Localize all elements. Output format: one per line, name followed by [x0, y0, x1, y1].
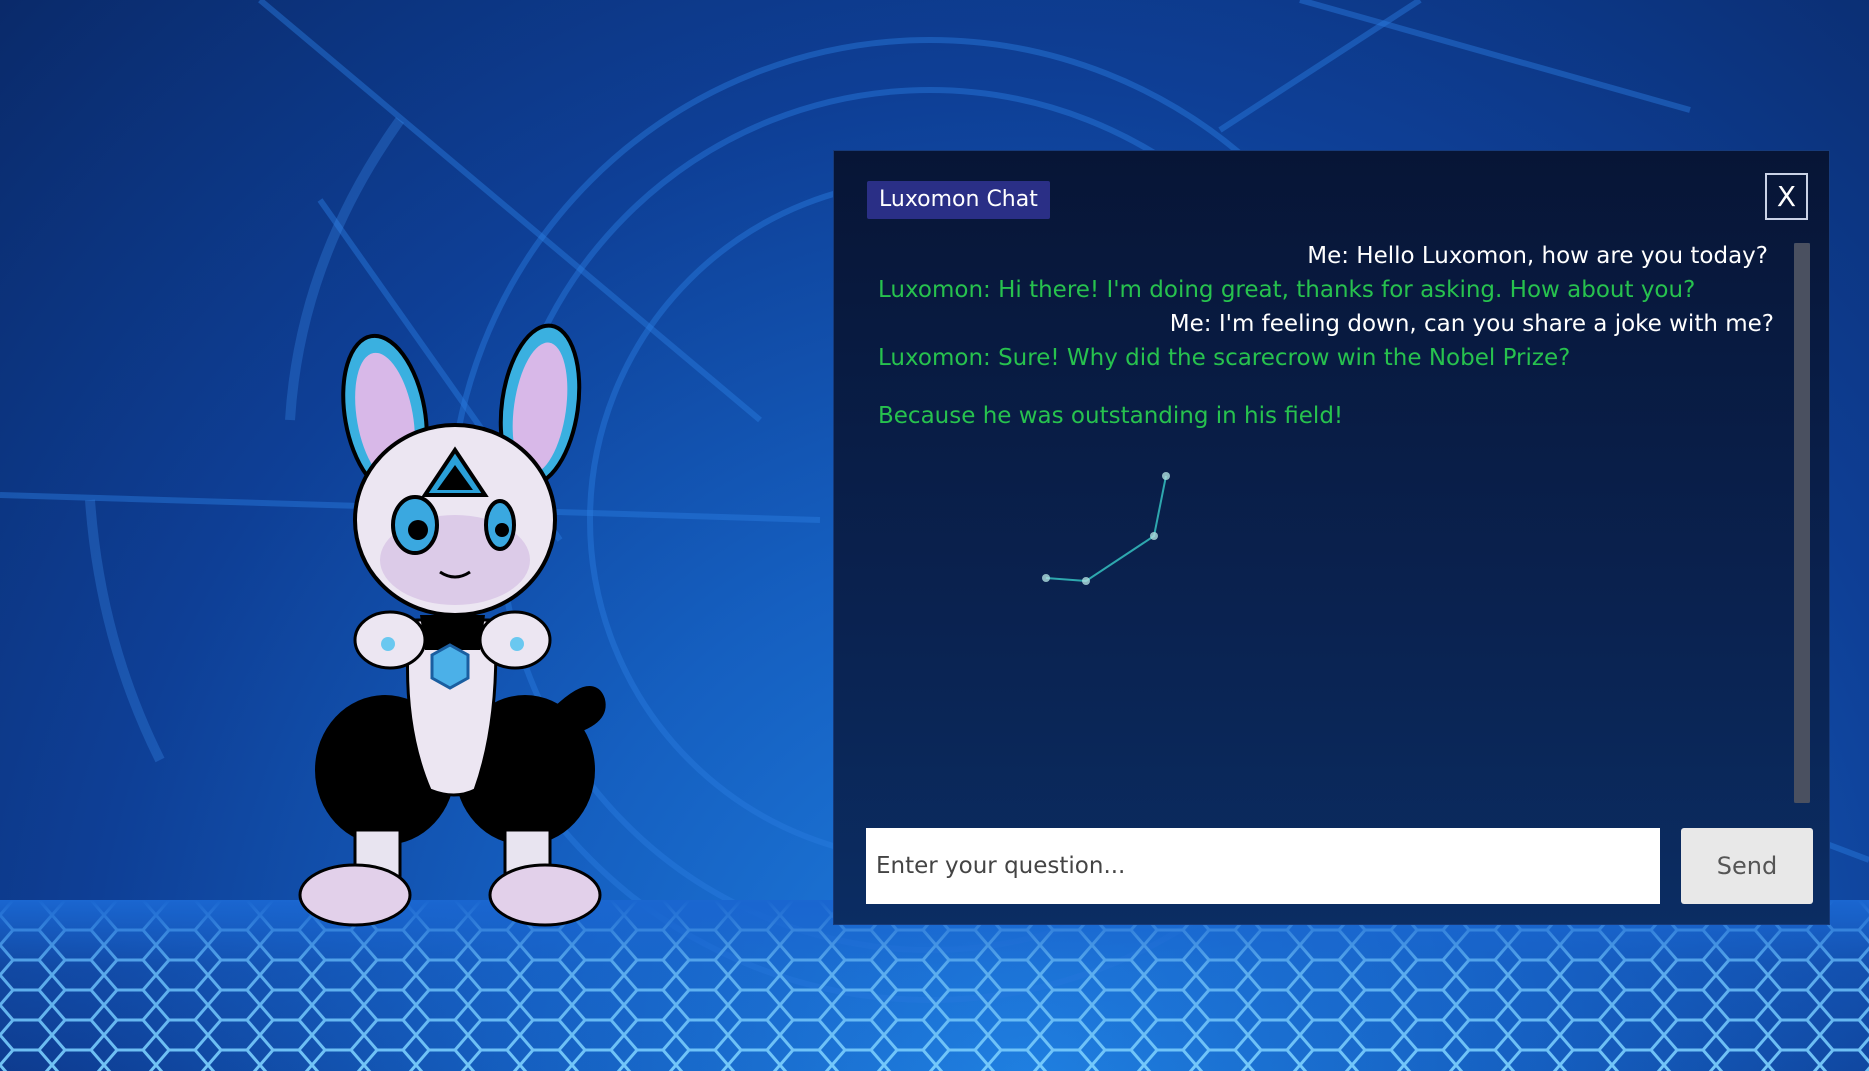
message-bot: Luxomon: Sure! Why did the scarecrow win…	[878, 345, 1571, 371]
send-button[interactable]: Send	[1681, 828, 1813, 904]
message-me: Me: Hello Luxomon, how are you today?	[1307, 243, 1768, 269]
chat-scrollbar[interactable]	[1794, 243, 1810, 803]
message-list: Me: Hello Luxomon, how are you today? Lu…	[878, 239, 1778, 659]
chat-title: Luxomon Chat	[867, 181, 1050, 219]
message-bot: Because he was outstanding in his field!	[878, 403, 1344, 429]
message-me: Me: I'm feeling down, can you share a jo…	[1169, 311, 1774, 337]
scrollbar-thumb[interactable]	[1794, 243, 1810, 803]
close-icon: X	[1776, 180, 1797, 213]
luxomon-mascot-icon	[298, 323, 606, 927]
chat-panel: Luxomon Chat X Me: Hello Luxomon, how ar…	[833, 150, 1830, 925]
question-input[interactable]	[866, 828, 1660, 904]
close-button[interactable]: X	[1765, 173, 1808, 220]
message-bot: Luxomon: Hi there! I'm doing great, than…	[878, 277, 1696, 303]
